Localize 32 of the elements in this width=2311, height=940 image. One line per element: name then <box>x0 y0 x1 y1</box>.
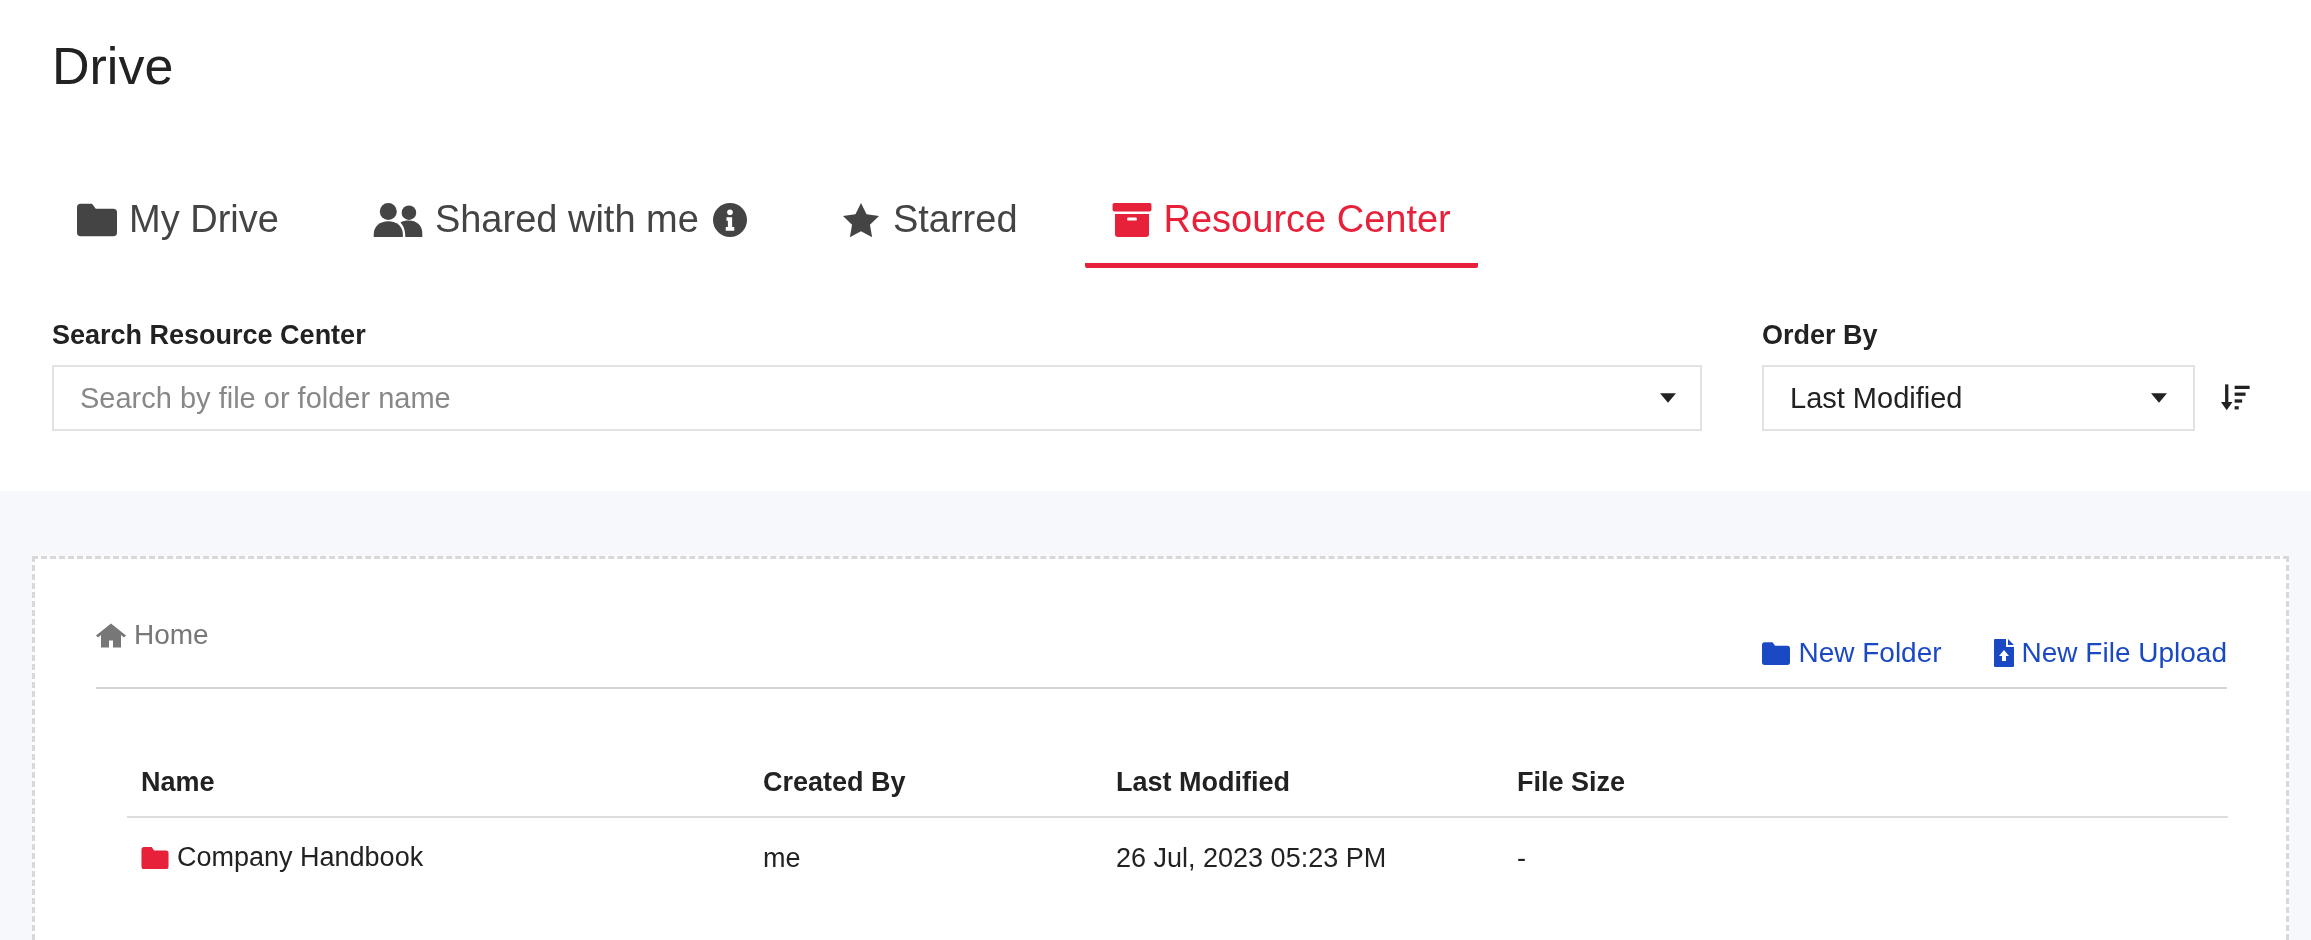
field-label: Search Resource Center <box>52 320 367 351</box>
action-link[interactable]: New File Upload <box>1993 637 2227 669</box>
folder-icon <box>77 202 117 237</box>
column-header: Created By <box>763 767 1116 817</box>
table-cell: me <box>763 817 1116 900</box>
table-cell: 26 Jul, 2023 05:23 PM <box>1116 817 1517 900</box>
folder-link[interactable]: Company Handbook <box>141 842 424 873</box>
caret-icon <box>1660 393 1676 403</box>
page-title: Drive <box>52 36 175 97</box>
home-icon <box>96 622 126 648</box>
folder-icon <box>141 846 169 869</box>
search-field[interactable]: Search by file or folder name <box>52 365 1702 431</box>
breadcrumb[interactable]: Home <box>96 619 209 651</box>
column-header: Name <box>127 767 763 817</box>
file-upload-icon <box>1993 639 2014 667</box>
table-cell: - <box>1517 817 2228 900</box>
caret-icon <box>2151 393 2167 403</box>
column-header: File Size <box>1517 767 2228 817</box>
users-icon <box>372 202 423 237</box>
tab[interactable]: Resource Center <box>1084 198 1478 268</box>
tab[interactable]: Starred <box>813 198 1045 268</box>
folder-icon <box>1762 641 1791 665</box>
info-icon[interactable] <box>712 202 747 237</box>
order-by-dropdown[interactable]: Last Modified <box>1762 365 2195 431</box>
field-label: Order By <box>1762 320 1879 351</box>
archive-icon <box>1111 202 1152 237</box>
tab[interactable]: Shared with me <box>345 198 774 268</box>
star-icon <box>840 202 881 237</box>
action-link[interactable]: New Folder <box>1762 637 1942 669</box>
sort-icon[interactable] <box>2221 384 2251 412</box>
tab[interactable]: My Drive <box>52 198 306 268</box>
column-header: Last Modified <box>1116 767 1517 817</box>
